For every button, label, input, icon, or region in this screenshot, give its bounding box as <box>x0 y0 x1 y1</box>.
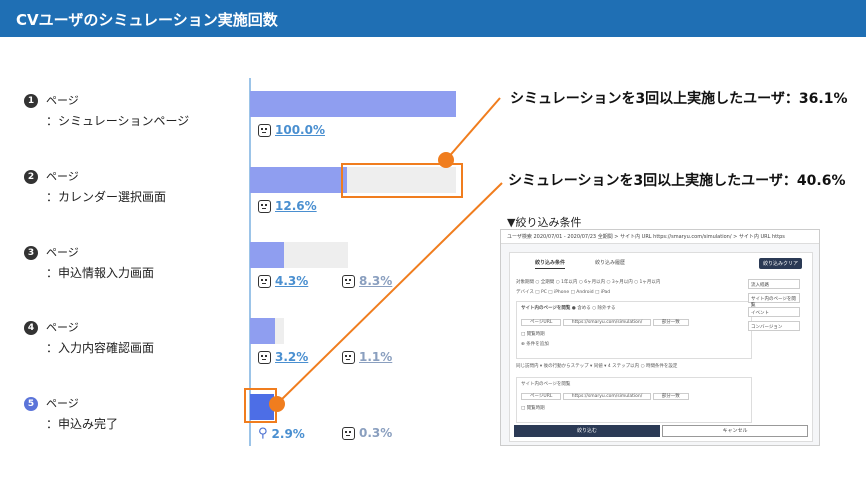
url-type-dropdown[interactable]: ページURL <box>521 319 562 326</box>
filter-condition-label: ▼絞り込み条件 <box>507 216 582 229</box>
sequence-row[interactable]: 同じ訪問内 ▾ 後の行動からステップ ▾ 同値 ▾ 4 ステップ以内 ○ 時間条… <box>516 363 677 369</box>
match-type-dropdown[interactable]: 部分一致 <box>652 393 689 400</box>
url-value-input[interactable]: https://smaryu.com/simulation/ <box>562 319 652 326</box>
callout-line-top <box>445 97 501 161</box>
callout-text-bottom: シミュレーションを3回以上実施したユーザ：40.6% <box>508 173 846 189</box>
tab-filter-history[interactable]: 絞り込み履歴 <box>595 259 625 269</box>
highlight-box-step-2 <box>341 163 463 198</box>
callout-line-bottom <box>276 182 503 405</box>
search-bar: ユーザ検索 2020/07/01 - 2020/07/23 全期間 > サイト内… <box>501 230 819 244</box>
side-item-event[interactable]: イベント <box>748 307 800 317</box>
url-type-dropdown[interactable]: ページURL <box>521 393 562 400</box>
filter-screenshot: ユーザ検索 2020/07/01 - 2020/07/23 全期間 > サイト内… <box>500 229 820 446</box>
section-title: サイト内のページを閲覧 ● 含める ○ 除外する <box>521 305 616 311</box>
callout-dot-bottom <box>269 396 285 412</box>
section-title-2: サイト内のページを閲覧 <box>521 382 571 387</box>
period-checkbox[interactable]: □ 閲覧時期 <box>521 331 545 337</box>
tab-filter-conditions[interactable]: 絞り込み条件 <box>535 259 566 269</box>
side-item-conversion[interactable]: コンバージョン <box>748 321 800 331</box>
side-item-inflow[interactable]: 流入経路 <box>748 279 800 289</box>
condition-box-2: サイト内のページを閲覧 ページURL https://smaryu.com/si… <box>516 377 752 423</box>
url-row: ページURL https://smaryu.com/simulation/ 部分… <box>521 319 689 326</box>
include-exclude-radio[interactable]: ● 含める ○ 除外する <box>572 306 616 311</box>
callout-dot-top <box>438 152 454 168</box>
section-title-text: サイト内のページを閲覧 <box>521 306 571 311</box>
slide: CVユーザのシミュレーション実施回数 1 ページ ：シミュレーションページ 2 … <box>0 0 866 487</box>
side-item-page-view[interactable]: サイト内のページを閲覧 <box>748 293 800 308</box>
cancel-button[interactable]: キャンセル <box>662 425 808 437</box>
filter-tabs: 絞り込み条件 絞り込み履歴 <box>510 259 625 269</box>
target-period-row[interactable]: 対象期間 ○ 全期間 ○ 1年以内 ○ 6ヶ月以内 ○ 3ヶ月以内 ○ 1ヶ月以… <box>516 279 660 285</box>
add-condition-button[interactable]: ⊕ 条件を追加 <box>521 341 549 347</box>
period-checkbox-2[interactable]: □ 閲覧時期 <box>521 405 545 411</box>
filter-panel: 絞り込み条件 絞り込み履歴 絞り込みクリア 対象期間 ○ 全期間 ○ 1年以内 … <box>509 252 813 442</box>
device-row[interactable]: デバイス □ PC □ iPhone □ Android □ iPad <box>516 289 610 295</box>
apply-filter-button[interactable]: 絞り込む <box>514 425 660 437</box>
url-row-2: ページURL https://smaryu.com/simulation/ 部分… <box>521 393 689 400</box>
url-value-input[interactable]: https://smaryu.com/simulation/ <box>562 393 652 400</box>
condition-box-1: サイト内のページを閲覧 ● 含める ○ 除外する ページURL https://… <box>516 301 752 359</box>
callout-text-top: シミュレーションを3回以上実施したユーザ：36.1% <box>510 91 848 107</box>
match-type-dropdown[interactable]: 部分一致 <box>652 319 689 326</box>
clear-filter-button[interactable]: 絞り込みクリア <box>758 258 802 269</box>
